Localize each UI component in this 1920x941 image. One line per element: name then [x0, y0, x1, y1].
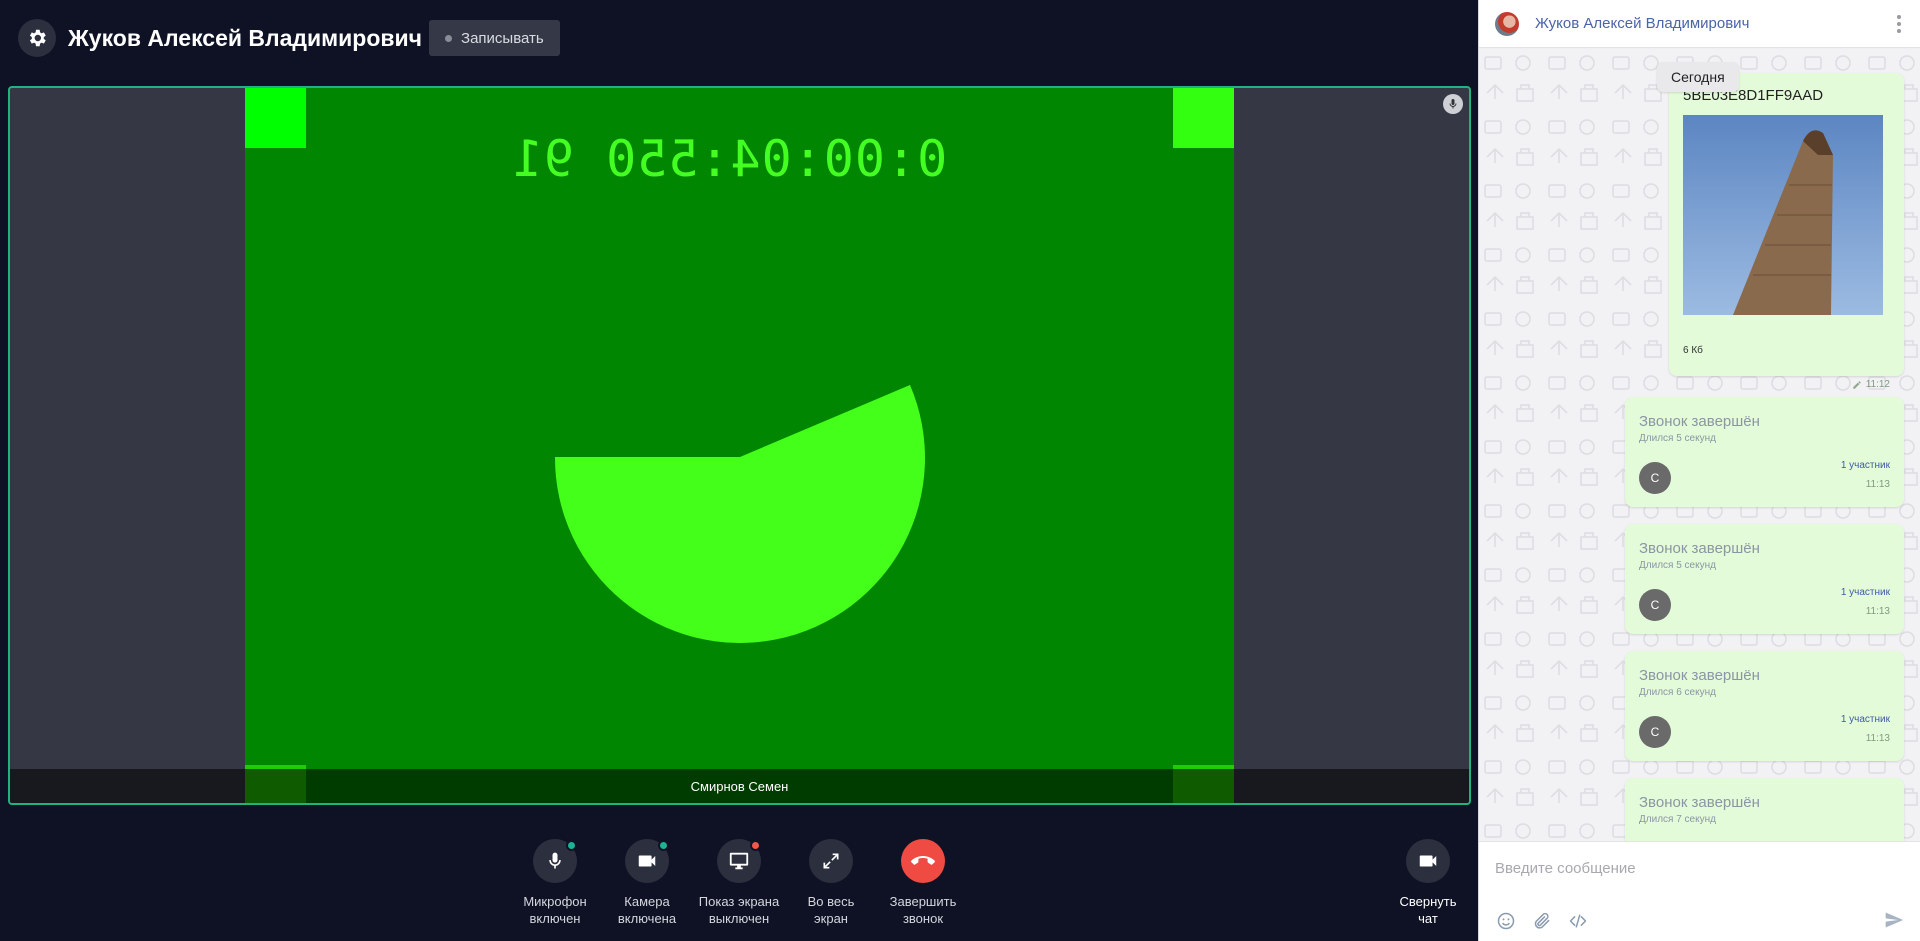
call-ended-message[interactable]: Звонок завершён Длился 6 секунд С 1 учас…	[1625, 651, 1904, 761]
emoji-icon[interactable]	[1495, 910, 1517, 932]
participant-name: Смирнов Семен	[690, 778, 789, 794]
chat-contact-name[interactable]: Жуков Алексей Владимирович	[1535, 15, 1749, 32]
message-input[interactable]	[1495, 856, 1895, 880]
camera-label: Камера включена	[617, 894, 677, 926]
microphone-status-dot	[566, 840, 577, 851]
gear-icon	[29, 29, 46, 47]
more-options-icon[interactable]	[1897, 15, 1901, 33]
call-duration: Длился 5 секунд	[1639, 433, 1716, 444]
file-message[interactable]: 5BE03E8D1FF9AAD 6 Кб 11:12	[1669, 73, 1904, 390]
collapse-chat-label: Свернуть чат	[1399, 894, 1457, 926]
call-ended-title: Звонок завершён	[1639, 540, 1760, 557]
participants-link[interactable]: 1 участник	[1841, 587, 1890, 598]
settings-button[interactable]	[18, 19, 56, 57]
send-icon[interactable]	[1883, 910, 1907, 932]
avatar: С	[1639, 462, 1671, 494]
participants-link[interactable]: 1 участник	[1841, 460, 1890, 471]
video-chat-icon	[1419, 855, 1437, 867]
call-area: Жуков Алексей Владимирович Записывать 0:…	[0, 0, 1478, 941]
camera-icon	[638, 855, 656, 867]
image-thumbnail[interactable]	[1683, 115, 1883, 315]
camera-status-dot	[658, 840, 669, 851]
chat-messages[interactable]: 5BE03E8D1FF9AAD 6 Кб 11:12 Сегодня Звоно…	[1479, 49, 1920, 841]
screen-share-button[interactable]: Показ экрана выключен	[691, 839, 787, 927]
collapse-chat-button[interactable]: Свернуть чат	[1380, 839, 1476, 927]
monitor-icon	[729, 852, 749, 870]
call-ended-title: Звонок завершён	[1639, 413, 1760, 430]
test-pattern-pie	[554, 385, 925, 643]
microphone-indicator-icon	[1443, 94, 1463, 114]
record-button[interactable]: Записывать	[429, 20, 560, 56]
call-duration: Длился 5 секунд	[1639, 560, 1716, 571]
call-ended-message[interactable]: Звонок завершён Длился 5 секунд С 1 учас…	[1625, 524, 1904, 634]
record-label: Записывать	[461, 29, 544, 47]
call-ended-title: Звонок завершён	[1639, 794, 1760, 811]
attach-icon[interactable]	[1531, 910, 1553, 932]
message-time: 11:13	[1865, 479, 1890, 490]
message-time: 11:13	[1865, 606, 1890, 617]
record-dot-icon	[445, 34, 453, 42]
avatar: С	[1639, 716, 1671, 748]
date-separator: Сегодня	[1657, 62, 1739, 92]
video-stream: 0:00:04:550 91	[245, 88, 1234, 803]
message-time: 11:13	[1865, 733, 1890, 744]
participant-name-bar: Смирнов Семен	[10, 769, 1469, 803]
end-call-label: Завершить звонок	[889, 894, 957, 926]
code-icon[interactable]	[1567, 910, 1589, 932]
call-header: Жуков Алексей Владимирович Записывать	[18, 19, 560, 57]
call-ended-message[interactable]: Звонок завершён Длился 7 секунд	[1625, 778, 1904, 841]
microphone-button[interactable]: Микрофон включен	[507, 839, 603, 927]
fullscreen-button[interactable]: Во весь экран	[783, 839, 879, 927]
message-composer	[1479, 841, 1920, 941]
composer-tools	[1495, 910, 1589, 932]
file-size: 6 Кб	[1683, 345, 1703, 356]
avatar: С	[1639, 589, 1671, 621]
screen-share-label: Показ экрана выключен	[698, 894, 780, 926]
camera-button[interactable]: Камера включена	[599, 839, 695, 927]
call-ended-message[interactable]: Звонок завершён Длился 5 секунд С 1 учас…	[1625, 397, 1904, 507]
fullscreen-label: Во весь экран	[807, 894, 855, 926]
screen-share-status-dot	[750, 840, 761, 851]
chat-header: Жуков Алексей Владимирович	[1479, 0, 1920, 48]
avatar[interactable]	[1495, 11, 1519, 36]
microphone-icon	[549, 852, 561, 869]
message-time: 11:12	[1852, 379, 1890, 390]
microphone-label: Микрофон включен	[523, 894, 587, 926]
call-ended-title: Звонок завершён	[1639, 667, 1760, 684]
end-call-button[interactable]: Завершить звонок	[875, 839, 971, 927]
call-controls: Микрофон включен Камера включена Показ э…	[0, 839, 1478, 939]
call-title: Жуков Алексей Владимирович	[68, 24, 423, 51]
expand-icon	[823, 853, 839, 869]
edit-icon	[1852, 380, 1861, 389]
call-duration: Длился 7 секунд	[1639, 814, 1716, 825]
participants-link[interactable]: 1 участник	[1841, 714, 1890, 725]
hangup-icon	[911, 856, 935, 865]
call-duration: Длился 6 секунд	[1639, 687, 1716, 698]
chat-panel: Жуков Алексей Владимирович 5BE03E8D1FF9A…	[1478, 0, 1920, 941]
video-frame[interactable]: 0:00:04:550 91 Смирнов Семен	[8, 86, 1471, 805]
